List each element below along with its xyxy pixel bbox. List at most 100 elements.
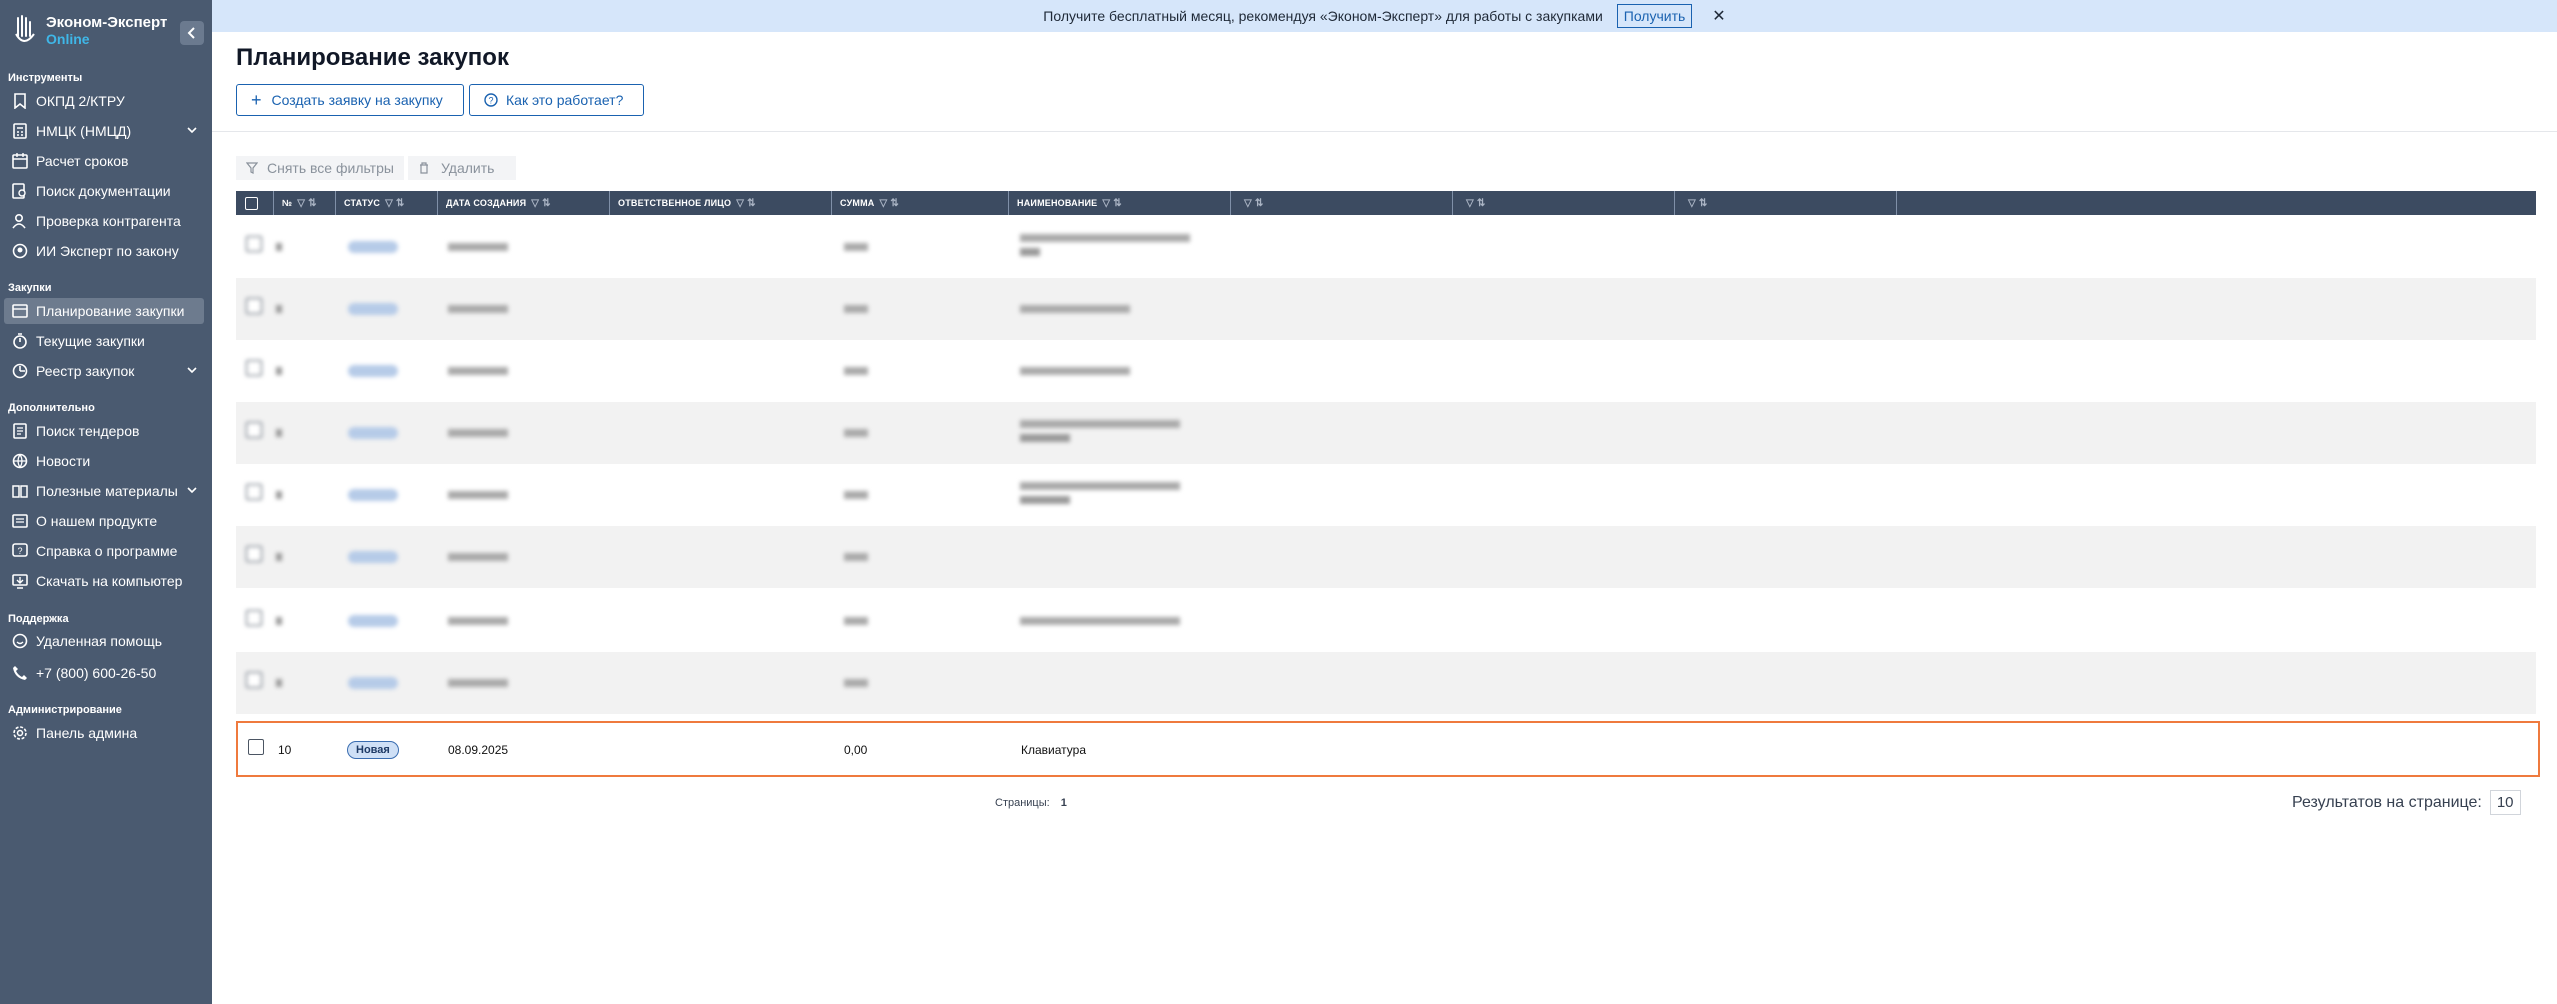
table-row[interactable] <box>236 526 2536 588</box>
per-page-select[interactable]: 10 <box>2489 790 2521 815</box>
table-row[interactable] <box>236 402 2536 464</box>
banner-text: Получите бесплатный месяц, рекомендуя «Э… <box>1043 8 1603 24</box>
sidebar-item-label: НМЦК (НМЦД) <box>36 123 132 139</box>
help-icon: ? <box>12 543 28 559</box>
sidebar-item-label: Полезные материалы <box>36 483 178 499</box>
sidebar-item-label: +7 (800) 600-26-50 <box>36 665 157 681</box>
sidebar-item-doc-search[interactable]: Поиск документации <box>4 178 204 204</box>
sidebar-item-materials[interactable]: Полезные материалы <box>4 478 204 504</box>
logo-icon <box>15 15 35 42</box>
sidebar-item-okpd[interactable]: ОКПД 2/КТРУ <box>4 88 204 114</box>
app-logo[interactable]: Эконом-Эксперт Online <box>12 14 167 48</box>
sidebar-item-phone[interactable]: +7 (800) 600-26-50 <box>4 660 204 686</box>
document-icon <box>12 423 28 439</box>
sidebar-item-label: Реестр закупок <box>36 363 135 379</box>
sidebar-item-remote-help[interactable]: Удаленная помощь <box>4 628 204 654</box>
page-1-link[interactable]: 1 <box>1061 797 1067 809</box>
calculator-icon <box>12 123 28 139</box>
support-icon <box>12 633 28 649</box>
column-header-name[interactable]: НАИМЕНОВАНИЕ ▽ ⇅ <box>1009 191 1231 215</box>
column-header-extra-3[interactable]: ▽ ⇅ <box>1675 191 1897 215</box>
table-row-selected[interactable]: 10 Новая 08.09.2025 0,00 Клавиатура <box>236 721 2540 777</box>
table-header: № ▽ ⇅ СТАТУС ▽ ⇅ ДАТА СОЗДАНИЯ ▽ ⇅ ОТВЕТСТВ… <box>236 191 2536 215</box>
phone-icon <box>12 665 28 681</box>
sidebar-item-label: О нашем продукте <box>36 513 158 529</box>
table-row[interactable] <box>236 216 2536 278</box>
table-row[interactable] <box>236 590 2536 652</box>
pagination: Страницы: 1 <box>995 797 1067 809</box>
obscured-row-content <box>236 590 2536 652</box>
gear-icon <box>12 725 28 741</box>
sidebar-item-nmck[interactable]: НМЦК (НМЦД) <box>4 118 204 144</box>
delete-button[interactable]: Удалить <box>408 156 516 180</box>
column-header-date[interactable]: ДАТА СОЗДАНИЯ ▽ ⇅ <box>438 191 610 215</box>
book-icon <box>12 483 28 499</box>
sidebar-item-current[interactable]: Текущие закупки <box>4 328 204 354</box>
sidebar-item-label: ОКПД 2/КТРУ <box>36 93 125 109</box>
sidebar-item-admin-panel[interactable]: Панель админа <box>4 720 204 746</box>
obscured-row-content <box>236 278 2536 340</box>
obscured-row-content <box>236 402 2536 464</box>
sidebar-item-download[interactable]: Скачать на компьютер <box>4 568 204 594</box>
sidebar-item-label: Панель админа <box>36 725 138 741</box>
row-checkbox[interactable] <box>248 739 264 755</box>
chevron-down-icon <box>187 487 197 494</box>
delete-label: Удалить <box>441 160 495 176</box>
close-icon[interactable]: ✕ <box>1712 6 1725 26</box>
create-request-button[interactable]: + Создать заявку на закупку <box>236 84 464 116</box>
sidebar-item-counterparty[interactable]: Проверка контрагента <box>4 208 204 234</box>
bookmark-icon <box>12 93 28 109</box>
sidebar-item-label: Поиск документации <box>36 183 171 199</box>
obscured-row-content <box>236 526 2536 588</box>
column-header-number[interactable]: № ▽ ⇅ <box>274 191 336 215</box>
user-check-icon <box>12 213 28 229</box>
column-header-sum[interactable]: СУММА ▽ ⇅ <box>832 191 1009 215</box>
chevron-down-icon <box>187 127 197 134</box>
info-card-icon <box>12 513 28 529</box>
table-row[interactable] <box>236 278 2536 340</box>
sidebar-item-tenders[interactable]: Поиск тендеров <box>4 418 204 444</box>
status-badge: Новая <box>347 741 399 759</box>
sidebar-item-news[interactable]: Новости <box>4 448 204 474</box>
table-row[interactable] <box>236 464 2536 526</box>
clear-filters-button[interactable]: Снять все фильтры <box>236 156 404 180</box>
svg-text:?: ? <box>17 546 22 556</box>
column-header-extra-2[interactable]: ▽ ⇅ <box>1453 191 1675 215</box>
sidebar-item-about[interactable]: О нашем продукте <box>4 508 204 534</box>
table-row[interactable] <box>236 340 2536 402</box>
cell-number: 10 <box>278 743 292 757</box>
sidebar-item-deadlines[interactable]: Расчет сроков <box>4 148 204 174</box>
get-offer-button[interactable]: Получить <box>1616 4 1693 28</box>
column-header-status[interactable]: СТАТУС ▽ ⇅ <box>336 191 438 215</box>
table-row[interactable] <box>236 652 2536 714</box>
page-title: Планирование закупок <box>236 44 509 71</box>
collapse-sidebar-button[interactable] <box>180 21 204 45</box>
column-header-extra-1[interactable]: ▽ ⇅ <box>1231 191 1453 215</box>
cell-sum: 0,00 <box>844 743 868 757</box>
sidebar-item-label: Планирование закупки <box>36 303 185 319</box>
sidebar-item-label: Справка о программе <box>36 543 178 559</box>
select-all-checkbox[interactable] <box>236 191 274 215</box>
sidebar-item-help[interactable]: ? Справка о программе <box>4 538 204 564</box>
how-it-works-button[interactable]: ? Как это работает? <box>469 84 644 116</box>
promo-banner: Получите бесплатный месяц, рекомендуя «Э… <box>212 0 2557 32</box>
question-icon: ? <box>484 93 498 107</box>
sidebar-item-ai-expert[interactable]: ИИ Эксперт по закону <box>4 238 204 264</box>
obscured-row-content <box>236 340 2536 402</box>
plus-icon: + <box>251 89 262 110</box>
sidebar-item-label: Удаленная помощь <box>36 633 163 649</box>
svg-text:?: ? <box>488 96 493 106</box>
calendar-icon <box>12 153 28 169</box>
sidebar-item-registry[interactable]: Реестр закупок <box>4 358 204 384</box>
globe-icon <box>12 453 28 469</box>
cell-name: Клавиатура <box>1021 743 1086 757</box>
ai-expert-icon <box>12 243 28 259</box>
download-icon <box>12 573 28 589</box>
sidebar-item-label: Скачать на компьютер <box>36 573 183 589</box>
column-header-responsible[interactable]: ОТВЕТСТВЕННОЕ ЛИЦО ▽ ⇅ <box>610 191 832 215</box>
obscured-row-content <box>236 216 2536 278</box>
create-request-label: Создать заявку на закупку <box>271 92 443 108</box>
divider <box>212 131 2557 132</box>
planning-icon <box>12 303 28 319</box>
sidebar-item-planning[interactable]: Планирование закупки <box>4 298 204 324</box>
